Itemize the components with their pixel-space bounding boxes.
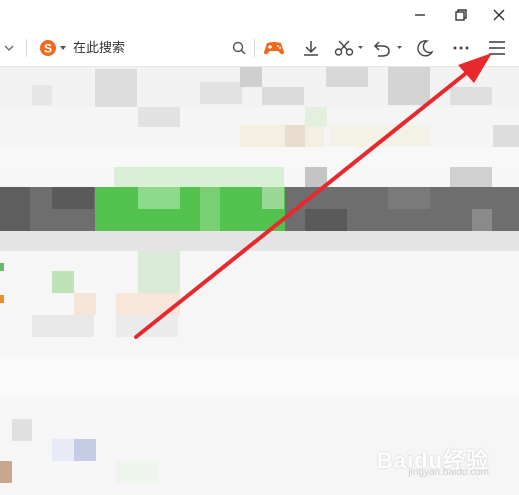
red-annotation-arrow (134, 53, 492, 339)
